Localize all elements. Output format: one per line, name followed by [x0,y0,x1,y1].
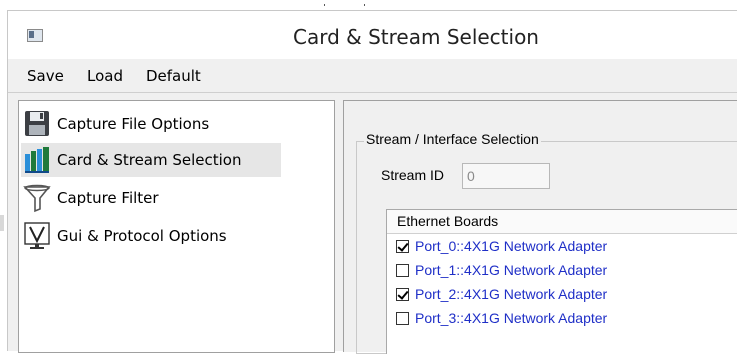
list-item[interactable]: Port_1::4X1G Network Adapter [396,259,607,281]
port-1-checkbox[interactable] [396,263,409,277]
desktop-mark [324,4,325,6]
stream-id-field[interactable] [462,163,550,189]
ethernet-boards-list: Ethernet Boards Port_0::4X1G Network Ada… [386,209,737,354]
port-label: Port_2::4X1G Network Adapter [415,286,608,302]
menu-load[interactable]: Load [87,67,123,85]
port-3-checkbox[interactable] [396,311,409,325]
port-label: Port_3::4X1G Network Adapter [415,310,608,326]
gui-monitor-icon [21,221,55,251]
list-item[interactable]: Port_0::4X1G Network Adapter [396,235,607,257]
sidebar-item-capture-filter[interactable]: Capture Filter [21,181,281,215]
settings-panel: Stream / Interface Selection Stream ID E… [343,100,737,354]
menu-default[interactable]: Default [146,67,201,85]
app-window: Card & Stream Selection Save Load Defaul… [7,10,737,354]
port-label: Port_1::4X1G Network Adapter [415,262,608,278]
list-item[interactable]: Port_2::4X1G Network Adapter [396,283,607,305]
stream-id-label: Stream ID [381,167,445,183]
menu-bar: Save Load Default [8,60,737,93]
title-bar[interactable]: Card & Stream Selection [8,11,737,59]
port-2-checkbox[interactable] [396,287,409,301]
list-item[interactable]: Port_3::4X1G Network Adapter [396,307,607,329]
group-title: Stream / Interface Selection [364,131,541,147]
window-edge [0,215,4,231]
sidebar-item-label: Card & Stream Selection [57,151,242,169]
window-title: Card & Stream Selection [293,25,539,49]
sidebar-item-gui-protocol-options[interactable]: Gui & Protocol Options [21,219,281,253]
funnel-filter-icon [21,183,55,213]
desktop-strip [0,0,737,10]
sidebar-item-card-stream-selection[interactable]: Card & Stream Selection [21,143,281,177]
port-0-checkbox[interactable] [396,239,409,253]
sidebar-item-capture-file-options[interactable]: Capture File Options [21,107,281,141]
sidebar-item-label: Capture Filter [57,189,159,207]
menu-save[interactable]: Save [27,67,64,85]
list-header-label: Ethernet Boards [397,213,499,229]
options-sidebar: Capture File Options Card & Stream Selec… [18,100,335,353]
desktop-mark [364,4,365,6]
list-header[interactable]: Ethernet Boards [387,210,737,234]
floppy-disk-icon [21,109,55,139]
port-label: Port_0::4X1G Network Adapter [415,238,608,254]
network-card-icon [21,145,55,175]
sidebar-item-label: Capture File Options [57,115,210,133]
sidebar-item-label: Gui & Protocol Options [57,227,227,245]
